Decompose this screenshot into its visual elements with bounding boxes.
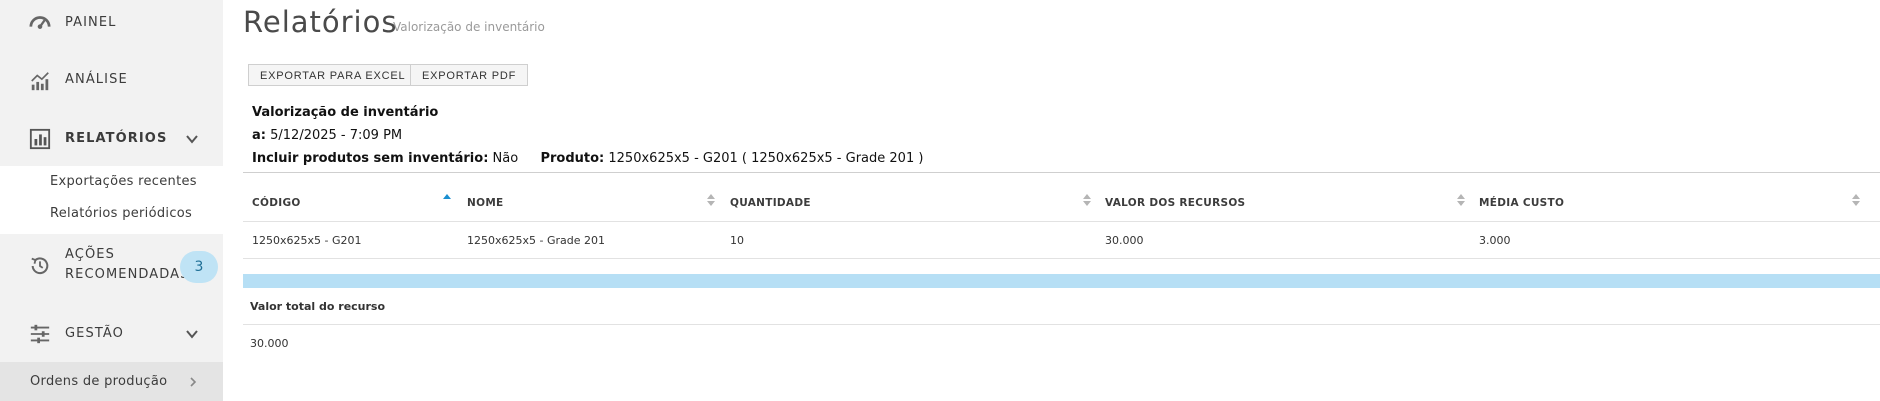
page-subtitle: Valorização de inventário (393, 20, 545, 34)
nav-analise-label: ANÁLISE (65, 72, 128, 87)
column-header-codigo[interactable]: CÓDIGO (252, 197, 301, 209)
export-pdf-button[interactable]: EXPORTAR PDF (410, 64, 529, 86)
nav-relatorios-label: RELATÓRIOS (65, 131, 168, 146)
report-date-value: 5/12/2025 - 7:09 PM (270, 128, 403, 143)
nav-relatorios[interactable]: RELATÓRIOS (0, 126, 223, 152)
analytics-icon (28, 69, 52, 93)
nav-ordens-producao-label: Ordens de produção (30, 374, 168, 389)
sort-icon[interactable] (1457, 193, 1465, 207)
total-label: Valor total do recurso (250, 300, 386, 313)
chevron-down-icon[interactable] (185, 327, 199, 341)
total-value: 30.000 (250, 337, 289, 350)
sort-icon[interactable] (1083, 193, 1091, 207)
column-header-quantidade[interactable]: QUANTIDADE (730, 197, 811, 209)
table-row-divider (243, 258, 1880, 259)
report-title: Valorização de inventário (252, 105, 439, 120)
gauge-icon (28, 11, 52, 35)
sort-icon[interactable] (1852, 193, 1860, 207)
summary-bar (243, 274, 1880, 288)
nav-painel[interactable]: PAINEL (0, 10, 223, 36)
subnav-exportacoes-recentes[interactable]: Exportações recentes (50, 174, 197, 189)
reports-icon (28, 127, 52, 151)
sidebar: PAINEL ANÁLISE RELATÓRIOS Exportações re… (0, 0, 223, 401)
product-label: Produto: (540, 151, 605, 166)
include-label: Incluir produtos sem inventário: (252, 151, 489, 166)
chevron-right-icon (190, 377, 197, 387)
nav-analise[interactable]: ANÁLISE (0, 67, 223, 93)
nav-acoes-recomendadas[interactable]: AÇÕES RECOMENDADAS 3 (0, 244, 223, 288)
table-cell-nome: 1250x625x5 - Grade 201 (467, 234, 605, 247)
header-divider (243, 172, 1880, 173)
column-header-media-custo[interactable]: MÉDIA CUSTO (1479, 197, 1564, 209)
nav-painel-label: PAINEL (65, 15, 117, 30)
nav-gestao-label: GESTÃO (65, 326, 124, 341)
main-content: Relatórios Valorização de inventário EXP… (223, 0, 1880, 401)
sort-asc-icon[interactable] (443, 193, 451, 207)
reports-submenu: Exportações recentes Relatórios periódic… (0, 166, 223, 234)
product-value: 1250x625x5 - G201 ( 1250x625x5 - Grade 2… (608, 151, 924, 166)
include-value: Não (492, 151, 519, 166)
nav-acoes-label: AÇÕES (65, 247, 115, 262)
column-header-nome[interactable]: NOME (467, 197, 504, 209)
notification-badge: 3 (180, 251, 218, 283)
export-excel-button[interactable]: EXPORTAR PARA EXCEL (248, 64, 418, 86)
report-date: a: 5/12/2025 - 7:09 PM (252, 128, 402, 143)
subnav-relatorios-periodicos[interactable]: Relatórios periódicos (50, 206, 192, 221)
nav-recomendadas-label: RECOMENDADAS (65, 267, 190, 282)
report-date-label: a: (252, 128, 266, 143)
table-cell-codigo: 1250x625x5 - G201 (252, 234, 362, 247)
table-header-divider (243, 221, 1880, 222)
total-divider (243, 324, 1880, 325)
nav-ordens-producao[interactable]: Ordens de produção (0, 362, 223, 401)
page-title: Relatórios (243, 5, 398, 39)
table-cell-valor-recursos: 30.000 (1105, 234, 1144, 247)
sliders-icon (28, 322, 52, 346)
sort-icon[interactable] (707, 193, 715, 207)
column-header-valor-recursos[interactable]: VALOR DOS RECURSOS (1105, 197, 1245, 209)
table-cell-quantidade: 10 (730, 234, 744, 247)
history-icon (28, 254, 52, 278)
chevron-down-icon[interactable] (185, 132, 199, 146)
table-cell-media-custo: 3.000 (1479, 234, 1511, 247)
nav-gestao[interactable]: GESTÃO (0, 321, 223, 347)
report-filters: Incluir produtos sem inventário: Não Pro… (252, 151, 923, 166)
